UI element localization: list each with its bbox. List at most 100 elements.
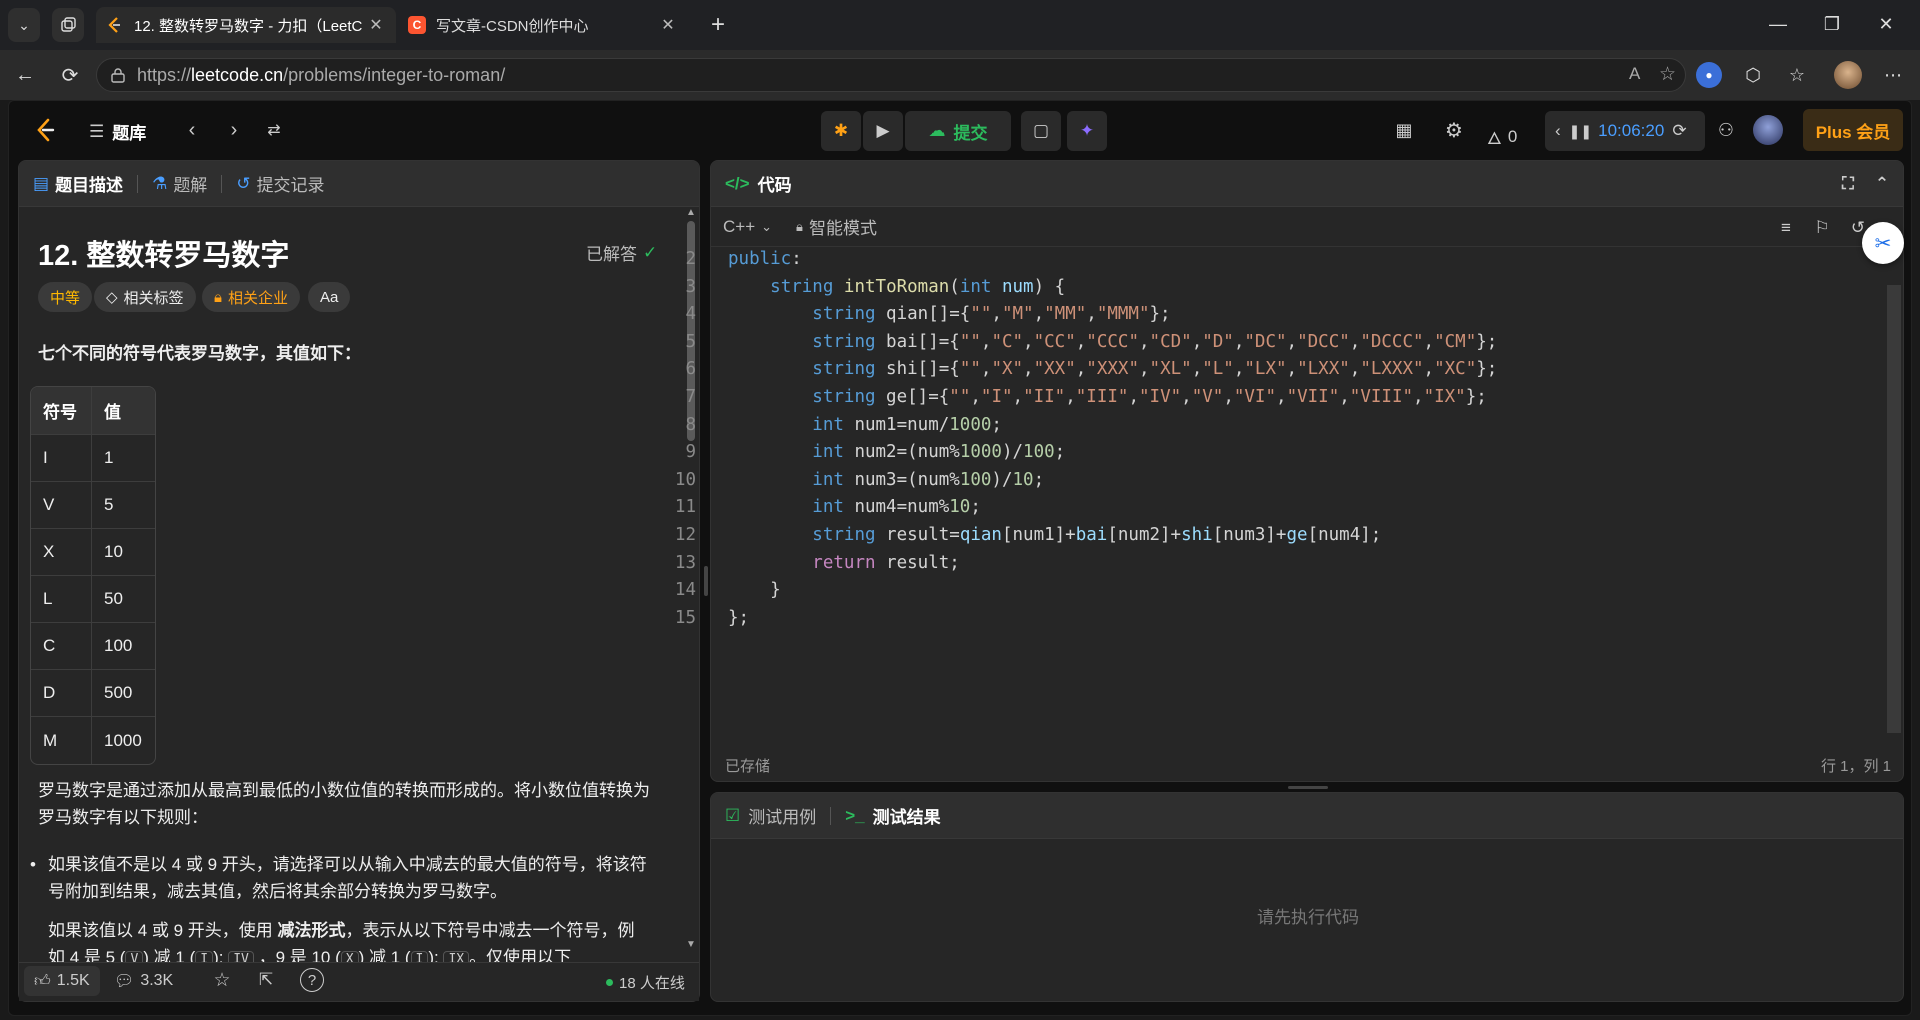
horizontal-resize-handle[interactable] xyxy=(1288,786,1328,789)
streak-counter[interactable]: 🜂 0 xyxy=(1487,119,1517,154)
site-info-icon[interactable] xyxy=(109,67,127,85)
address-bar[interactable]: https://leetcode.cn/problems/integer-to-… xyxy=(96,58,1686,92)
favorite-star-icon[interactable]: ☆ xyxy=(210,968,234,992)
timer-widget[interactable]: ‹ ❚❚ 10:06:20 ⟳ xyxy=(1545,111,1705,151)
more-menu-icon[interactable]: ⋯ xyxy=(1880,62,1906,88)
code-line[interactable]: 15}; xyxy=(675,605,1497,633)
restore-button[interactable]: ❐ xyxy=(1812,10,1852,38)
notes-button[interactable]: ▢ xyxy=(1021,111,1061,151)
minimize-button[interactable]: — xyxy=(1758,10,1798,38)
user-avatar[interactable] xyxy=(1753,115,1783,145)
related-tags-label: 相关标签 xyxy=(123,289,184,307)
add-friend-icon[interactable]: ⚇ xyxy=(1713,117,1739,143)
tab-list-button[interactable]: ⌄ xyxy=(8,8,40,42)
profile-avatar[interactable] xyxy=(1834,61,1862,89)
run-button[interactable]: ▶ xyxy=(863,111,903,151)
next-problem-button[interactable]: › xyxy=(221,117,247,143)
related-companies-button[interactable]: 🔒︎ 相关企业 xyxy=(202,282,300,312)
scroll-down-arrow[interactable]: ▼ xyxy=(686,939,696,950)
code-text: int num1=num/1000; xyxy=(812,414,1002,435)
like-button[interactable]: 👍︎ 1.5K xyxy=(24,966,100,996)
reload-button[interactable]: ⟳ xyxy=(55,60,85,90)
line-number: 10 xyxy=(674,469,696,490)
table-row: M 1000 xyxy=(31,717,155,764)
code-line[interactable]: 10 int num3=(num%100)/10; xyxy=(675,467,1497,495)
close-tab-icon[interactable]: ✕ xyxy=(658,15,678,35)
extension-icon[interactable]: ● xyxy=(1696,62,1722,88)
code-line[interactable]: 9 int num2=(num%1000)/100; xyxy=(685,439,1497,467)
format-icon[interactable]: ≡ xyxy=(1775,217,1797,239)
smart-mode-toggle[interactable]: 🔒︎ 智能模式 xyxy=(796,214,877,239)
line-number: 3 xyxy=(685,276,696,297)
scroll-up-arrow[interactable]: ▲ xyxy=(686,207,696,218)
pause-icon[interactable]: ❚❚ xyxy=(1569,123,1592,140)
leetcode-logo-icon[interactable] xyxy=(33,117,59,143)
settings-gear-icon[interactable]: ⚙ xyxy=(1441,117,1467,143)
tab-description[interactable]: ▤ 题目描述 xyxy=(33,171,123,196)
reset-timer-icon[interactable]: ⟳ xyxy=(1672,121,1686,141)
code-editor[interactable]: 2 public: 3 string intToRoman(int num) {4 … xyxy=(675,246,1498,633)
code-line[interactable]: 14 } xyxy=(675,577,1497,605)
code-line[interactable]: 4 string qian[]={"","M","MM","MMM"}; xyxy=(685,301,1497,329)
language-selector[interactable]: C++ ⌄ xyxy=(723,217,772,237)
translate-button[interactable]: Aa xyxy=(308,282,351,312)
code-line[interactable]: 7 string ge[]={"","I","II","III","IV","V… xyxy=(685,384,1497,412)
code-line[interactable]: 6 string shi[]={"","X","XX","XXX","XL","… xyxy=(685,356,1497,384)
tab-testcase[interactable]: ☑ 测试用例 xyxy=(725,803,816,828)
read-aloud-icon[interactable]: A xyxy=(1629,64,1640,84)
leetcode-topbar: ☰ 题库 ‹ › ⇄ ✱ ▶ ☁ 提交 ▢ ✦ ▦ ⚙ 🜂 0 ‹ ❚❚ 10:… xyxy=(9,101,1913,159)
tab-label: 题目描述 xyxy=(55,176,124,195)
code-line[interactable]: 11 int num4=num%10; xyxy=(675,494,1497,522)
favorite-star-icon[interactable]: ☆ xyxy=(1659,63,1676,86)
bookmark-icon[interactable]: ⚐ xyxy=(1811,217,1833,239)
code-brackets-icon: </> xyxy=(725,173,750,193)
browser-tab-csdn[interactable]: C 写文章-CSDN创作中心 ✕ xyxy=(398,7,688,43)
plus-membership-button[interactable]: Plus 会员 xyxy=(1803,109,1903,151)
workspaces-icon[interactable] xyxy=(52,8,84,42)
code-text: string qian[]={"","M","MM","MMM"}; xyxy=(812,304,1171,325)
problem-bank-link[interactable]: ☰ 题库 xyxy=(89,119,146,144)
submit-button[interactable]: ☁ 提交 xyxy=(905,111,1011,151)
value-cell: 5 xyxy=(92,482,155,529)
fullscreen-icon[interactable]: ⛶ xyxy=(1837,173,1859,195)
code-line[interactable]: 2 public: xyxy=(685,246,1497,274)
symbol-cell: D xyxy=(31,670,92,717)
random-problem-icon[interactable]: ⇄ xyxy=(261,117,287,143)
tab-submissions[interactable]: ↺ 提交记录 xyxy=(236,171,324,196)
code-line[interactable]: 13 return result; xyxy=(675,550,1497,578)
code-line[interactable]: 5 string bai[]={"","C","CC","CCC","CD","… xyxy=(685,329,1498,357)
code-text: int num3=(num%100)/10; xyxy=(812,469,1045,490)
scissors-floating-button[interactable]: ✂ xyxy=(1862,222,1904,264)
ai-assistant-button[interactable]: ✦ xyxy=(1067,111,1107,151)
tab-test-result[interactable]: >_ 测试结果 xyxy=(845,803,940,828)
code-text: string bai[]={"","C","CC","CCC","CD","D"… xyxy=(812,331,1498,352)
cloud-upload-icon: ☁ xyxy=(928,121,946,140)
close-window-button[interactable]: ✕ xyxy=(1866,10,1906,38)
new-tab-button[interactable]: + xyxy=(702,10,734,40)
code-line[interactable]: 3 string intToRoman(int num) { xyxy=(685,274,1497,302)
debug-button[interactable]: ✱ xyxy=(821,111,861,151)
extensions-puzzle-icon[interactable]: ⬡ xyxy=(1740,62,1766,88)
terminal-icon: >_ xyxy=(845,805,865,825)
streak-count: 0 xyxy=(1507,126,1518,146)
code-text: }; xyxy=(728,607,750,628)
table-row: I1 xyxy=(31,435,155,482)
collapse-icon[interactable]: ⌃ xyxy=(1871,173,1893,195)
tab-solutions[interactable]: ⚗ 题解 xyxy=(152,171,207,196)
help-icon[interactable]: ? xyxy=(300,968,324,992)
value-cell: 500 xyxy=(92,670,155,717)
prev-problem-button[interactable]: ‹ xyxy=(179,117,205,143)
plus-label: Plus 会员 xyxy=(1815,122,1891,142)
favorites-icon[interactable]: ☆ xyxy=(1784,62,1810,88)
back-button[interactable]: ← xyxy=(10,60,40,90)
vertical-resize-handle[interactable] xyxy=(704,566,708,596)
code-line[interactable]: 12 string result=qian[num1]+bai[num2]+sh… xyxy=(675,522,1497,550)
layout-icon[interactable]: ▦ xyxy=(1391,117,1417,143)
related-tags-button[interactable]: ◇ 相关标签 xyxy=(94,282,196,312)
code-line[interactable]: 8 int num1=num/1000; xyxy=(685,412,1497,440)
browser-tab-leetcode[interactable]: 12. 整数转罗马数字 - 力扣（LeetC ✕ xyxy=(96,7,396,43)
close-tab-icon[interactable]: ✕ xyxy=(366,15,386,35)
editor-scrollbar[interactable] xyxy=(1887,285,1901,733)
comments-button[interactable]: 💬︎ 3.3K xyxy=(114,966,173,996)
share-icon[interactable]: ⇱ xyxy=(254,968,278,992)
